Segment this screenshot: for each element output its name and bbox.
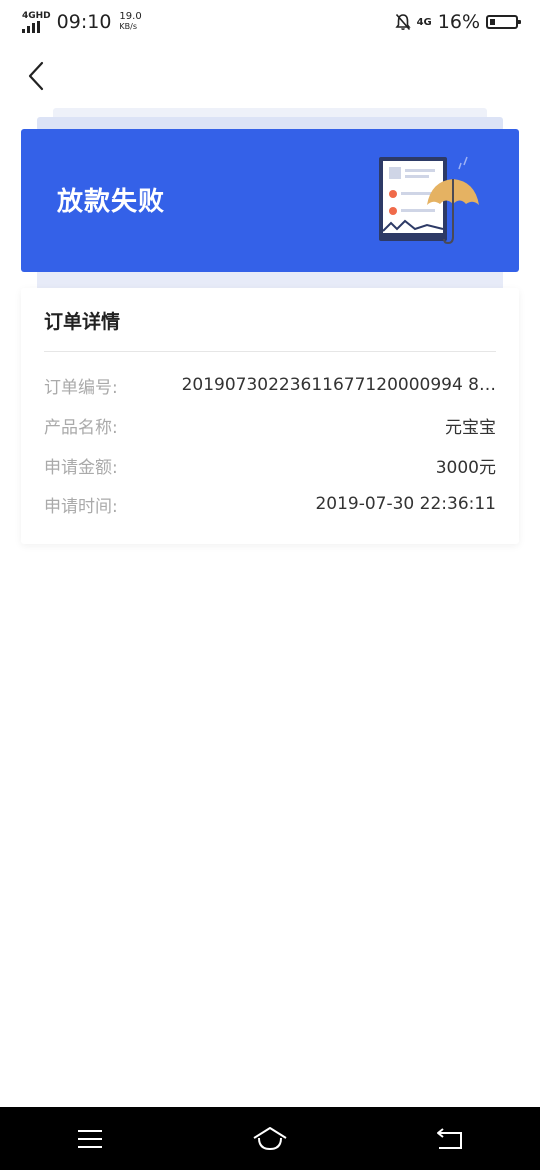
return-button[interactable] [420,1114,480,1164]
detail-row-order-number: 订单编号: 20190730223611677120000994 8… [44,372,496,398]
document-umbrella-icon [379,156,479,245]
card-title: 订单详情 [44,311,121,333]
status-time: 09:10 [56,11,112,33]
detail-row-apply-time: 申请时间: 2019-07-30 22:36:11 [44,491,496,517]
battery-icon [486,15,521,29]
row-value: 元宝宝 [445,417,496,438]
signal-icon [22,20,40,33]
system-nav-bar [0,1107,540,1170]
status-right: 4G 16% [394,11,521,33]
home-icon [253,1126,287,1150]
menu-icon [78,1129,102,1148]
detail-row-amount: 申请金额: 3000元 [44,452,496,478]
net-type: 4G [416,16,432,28]
chevron-left-icon [28,61,44,91]
network-label: 4GHD [22,10,51,21]
network-speed: 19.0 KB/s [119,11,142,32]
row-label: 申请时间: [44,496,118,517]
return-icon [437,1127,462,1149]
status-left: 4GHD 09:10 19.0 KB/s [22,11,142,33]
row-label: 订单编号: [44,377,118,398]
bell-muted-icon [394,13,411,31]
row-label: 申请金额: [44,457,118,478]
status-bar: 4GHD 09:10 19.0 KB/s 4G 16% [0,0,540,44]
row-value: 20190730223611677120000994 8… [181,375,496,395]
row-label: 产品名称: [44,417,118,438]
card-divider [44,351,496,352]
banner-shadow [37,272,503,288]
detail-row-product-name: 产品名称: 元宝宝 [44,412,496,438]
status-banner: 放款失败 [21,129,519,272]
order-detail-card: 订单详情 订单编号: 20190730223611677120000994 8…… [21,288,519,544]
cellular-indicator: 4GHD [22,10,51,33]
loan-status-title: 放款失败 [57,187,166,217]
row-value: 3000元 [435,457,496,478]
menu-button[interactable] [60,1114,120,1164]
back-button[interactable] [18,56,54,96]
home-button[interactable] [240,1114,300,1164]
battery-percent: 16% [437,11,480,33]
row-value: 2019-07-30 22:36:11 [315,494,496,514]
